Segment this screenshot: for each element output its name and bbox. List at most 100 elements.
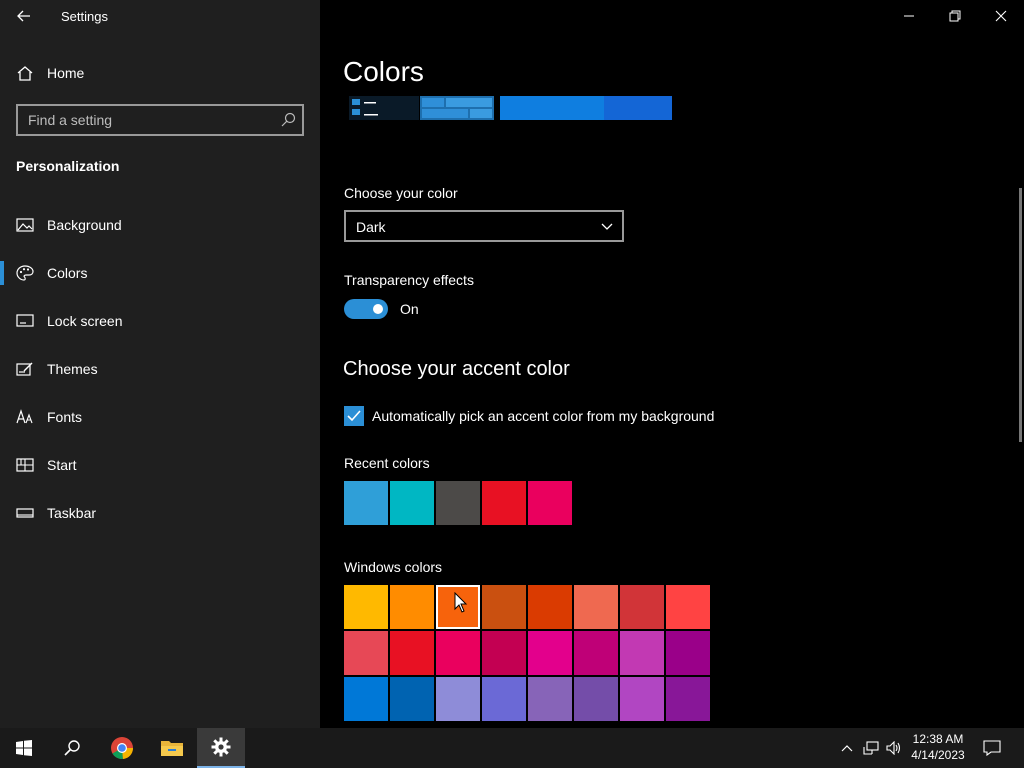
- gear-icon: [211, 737, 231, 757]
- windows-color-swatch[interactable]: [344, 631, 388, 675]
- network-icon: [863, 741, 879, 755]
- recent-color-swatch[interactable]: [482, 481, 526, 525]
- picture-icon: [16, 217, 34, 233]
- windows-color-swatch[interactable]: [666, 585, 710, 629]
- clock-date: 4/14/2023: [911, 748, 965, 762]
- windows-colors-label: Windows colors: [344, 559, 443, 575]
- sidebar-item-label: Background: [47, 217, 122, 233]
- taskbar: 12:38 AM 4/14/2023: [0, 728, 1024, 768]
- windows-color-swatch[interactable]: [482, 677, 526, 721]
- windows-color-swatch[interactable]: [436, 631, 480, 675]
- windows-color-swatch[interactable]: [528, 631, 572, 675]
- recent-color-swatch[interactable]: [528, 481, 572, 525]
- windows-color-swatch[interactable]: [574, 677, 618, 721]
- windows-color-swatch[interactable]: [620, 631, 664, 675]
- page-title: Colors: [343, 56, 424, 87]
- main-content: Colors Choose your color Dark Transparen…: [320, 0, 1024, 728]
- sidebar-item-label: Themes: [47, 361, 98, 377]
- restore-icon: [949, 10, 961, 22]
- back-arrow-icon: [17, 10, 30, 22]
- search-icon[interactable]: [280, 112, 296, 133]
- close-icon: [995, 10, 1007, 22]
- mouse-cursor-icon: [454, 592, 468, 613]
- windows-logo-icon: [16, 740, 32, 756]
- recent-color-swatch[interactable]: [436, 481, 480, 525]
- search-icon: [64, 740, 80, 756]
- restore-button[interactable]: [932, 0, 978, 32]
- sidebar-item-background[interactable]: Background: [0, 205, 320, 245]
- recent-color-swatch[interactable]: [390, 481, 434, 525]
- minimize-button[interactable]: [886, 0, 932, 32]
- theme-preview: [349, 96, 672, 120]
- start-button[interactable]: [0, 728, 48, 768]
- sidebar-home[interactable]: Home: [0, 58, 320, 88]
- recent-colors-label: Recent colors: [344, 455, 430, 471]
- scrollbar[interactable]: [1019, 188, 1022, 442]
- sidebar-item-colors[interactable]: Colors: [0, 253, 320, 293]
- clock-time: 12:38 AM: [912, 732, 964, 746]
- windows-color-swatch[interactable]: [666, 677, 710, 721]
- network-button[interactable]: [860, 728, 882, 768]
- accent-heading: Choose your accent color: [343, 358, 570, 380]
- chrome-button[interactable]: [98, 728, 146, 768]
- settings-taskbar-button[interactable]: [197, 728, 245, 768]
- chevron-up-icon: [841, 745, 853, 752]
- start-icon: [16, 457, 34, 473]
- sidebar-item-label: Fonts: [47, 409, 83, 425]
- clock[interactable]: 12:38 AM 4/14/2023: [900, 731, 976, 763]
- sidebar-item-start[interactable]: Start: [0, 445, 320, 485]
- windows-color-swatch[interactable]: [436, 677, 480, 721]
- sidebar-item-label: Lock screen: [47, 313, 123, 329]
- settings-window: Home Personalization Background Colors: [0, 0, 1024, 728]
- windows-color-swatch[interactable]: [620, 677, 664, 721]
- show-hidden-icons-button[interactable]: [836, 728, 858, 768]
- fonts-icon: [16, 409, 34, 425]
- windows-color-swatch[interactable]: [528, 585, 572, 629]
- sidebar-item-label: Taskbar: [47, 505, 97, 521]
- windows-color-swatch[interactable]: [344, 677, 388, 721]
- folder-icon: [161, 741, 183, 756]
- windows-color-swatch[interactable]: [482, 631, 526, 675]
- sidebar-item-fonts[interactable]: Fonts: [0, 397, 320, 437]
- windows-color-swatch[interactable]: [574, 631, 618, 675]
- toggle-state-label: On: [400, 301, 419, 317]
- sidebar-item-taskbar[interactable]: Taskbar: [0, 493, 320, 533]
- windows-color-swatch[interactable]: [666, 631, 710, 675]
- auto-accent-label: Automatically pick an accent color from …: [372, 408, 715, 424]
- chrome-icon: [111, 737, 134, 760]
- close-button[interactable]: [978, 0, 1024, 32]
- transparency-toggle[interactable]: [344, 299, 388, 319]
- windows-color-swatch[interactable]: [620, 585, 664, 629]
- section-heading: Personalization: [16, 158, 120, 174]
- action-center-button[interactable]: [978, 728, 1006, 768]
- windows-color-swatch[interactable]: [390, 677, 434, 721]
- windows-color-swatch[interactable]: [390, 585, 434, 629]
- home-icon: [16, 65, 34, 86]
- windows-color-swatch[interactable]: [528, 677, 572, 721]
- minimize-icon: [904, 15, 914, 17]
- choose-color-dropdown[interactable]: Dark: [344, 210, 624, 242]
- search-input[interactable]: [18, 106, 268, 134]
- recent-color-swatch[interactable]: [344, 481, 388, 525]
- chevron-down-icon: [600, 220, 614, 238]
- windows-color-swatch[interactable]: [390, 631, 434, 675]
- search-taskbar-button[interactable]: [48, 728, 96, 768]
- windows-color-swatch[interactable]: [574, 585, 618, 629]
- lock-screen-icon: [16, 313, 34, 329]
- sidebar-item-lock-screen[interactable]: Lock screen: [0, 301, 320, 341]
- toggle-knob: [373, 304, 383, 314]
- palette-icon: [16, 265, 34, 281]
- file-explorer-button[interactable]: [148, 728, 196, 768]
- sidebar-item-label: Start: [47, 457, 77, 473]
- windows-color-swatch[interactable]: [344, 585, 388, 629]
- sidebar-item-label: Colors: [47, 265, 88, 281]
- themes-icon: [16, 361, 34, 377]
- checkmark-icon: [347, 410, 361, 422]
- search-box[interactable]: [16, 104, 304, 136]
- back-button[interactable]: [8, 2, 40, 30]
- notification-icon: [983, 740, 1001, 756]
- transparency-label: Transparency effects: [344, 272, 474, 288]
- windows-color-swatch[interactable]: [482, 585, 526, 629]
- auto-accent-checkbox[interactable]: [344, 406, 364, 426]
- sidebar-item-themes[interactable]: Themes: [0, 349, 320, 389]
